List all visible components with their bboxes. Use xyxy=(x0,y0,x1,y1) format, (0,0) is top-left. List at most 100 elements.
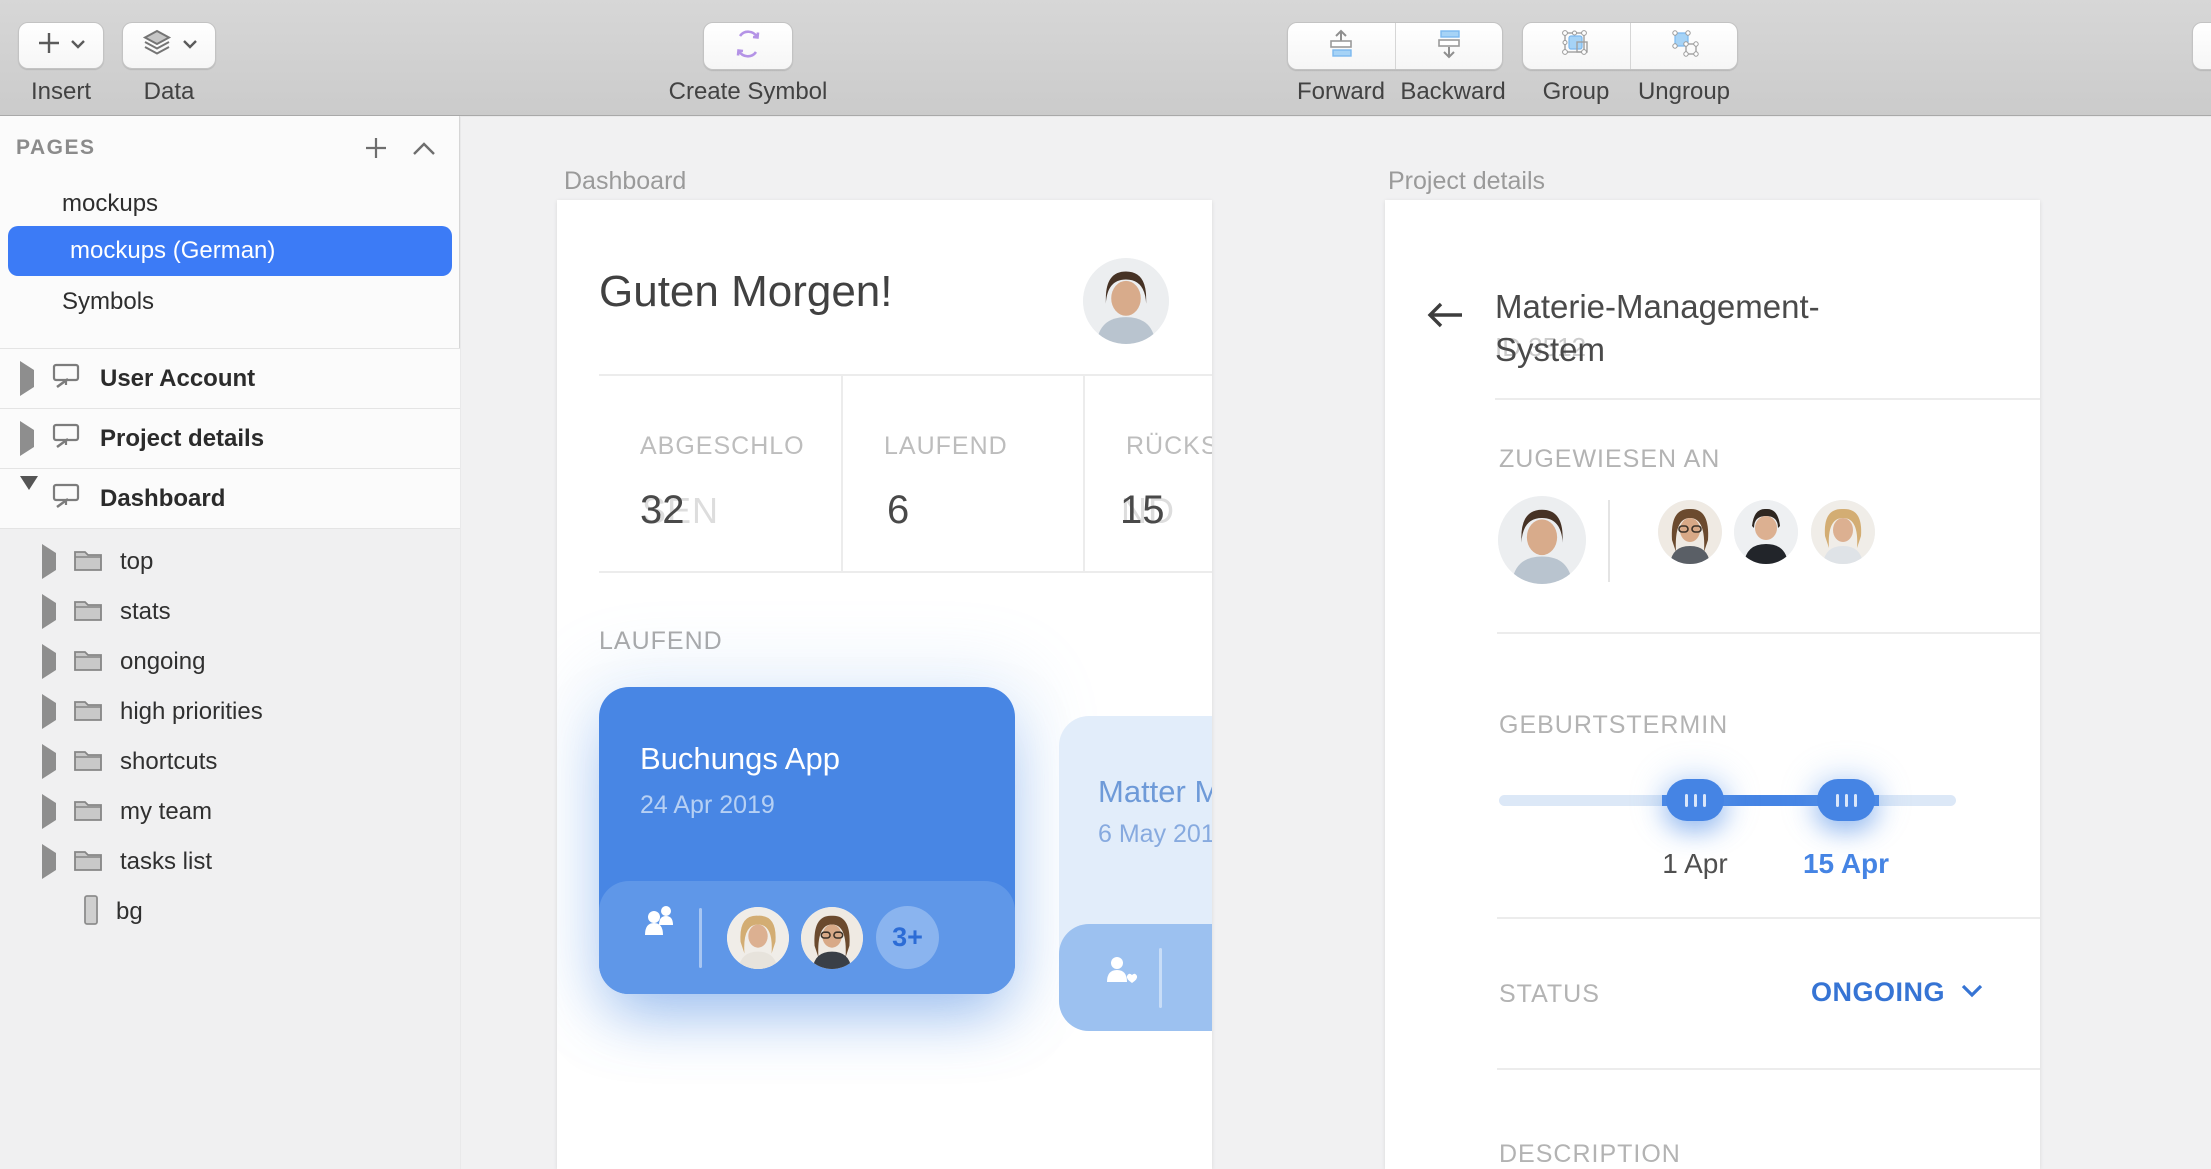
layer-label: Dashboard xyxy=(100,485,225,513)
insert-label: Insert xyxy=(18,78,104,106)
layer-label: my team xyxy=(120,798,212,826)
disclosure-triangle-icon[interactable] xyxy=(42,753,58,771)
layer-row-shortcuts[interactable]: shortcuts xyxy=(0,737,460,787)
layer-row-high-priorities[interactable]: high priorities xyxy=(0,687,460,737)
page-item-mockups[interactable]: mockups xyxy=(0,182,460,226)
page-label: mockups (German) xyxy=(70,237,275,265)
forward-label: Forward xyxy=(1287,78,1395,106)
card-title: Buchungs App xyxy=(640,741,840,777)
assignee-avatar[interactable] xyxy=(1658,500,1722,564)
project-card-matter[interactable]: Matter M 6 May 201 xyxy=(1059,716,1212,1031)
layer-row-dashboard[interactable]: Dashboard xyxy=(0,468,460,528)
rectangle-shape-icon xyxy=(82,894,100,931)
artboard-dashboard[interactable]: Guten Morgen! ABGESCHLO SEN 32 LAUFEND 6… xyxy=(557,200,1212,1169)
ungroup-icon xyxy=(1668,28,1700,65)
page-label: mockups xyxy=(62,190,158,218)
folder-icon xyxy=(72,697,104,728)
layer-row-ongoing[interactable]: ongoing xyxy=(0,637,460,687)
group-segment xyxy=(1522,22,1738,70)
card-date: 24 Apr 2019 xyxy=(640,791,775,820)
divider xyxy=(841,374,843,571)
divider xyxy=(1495,398,2040,400)
add-page-button[interactable] xyxy=(362,134,390,167)
project-title-line2: System xyxy=(1495,331,1605,369)
layer-row-top[interactable]: top xyxy=(0,537,460,587)
folder-icon xyxy=(72,647,104,678)
member-avatar[interactable] xyxy=(801,907,863,969)
folder-icon xyxy=(72,547,104,578)
date-start-label: 1 Apr xyxy=(1645,848,1745,880)
disclosure-triangle-icon[interactable] xyxy=(20,430,36,448)
divider xyxy=(599,571,1212,573)
forward-button[interactable] xyxy=(1288,23,1395,69)
disclosure-triangle-icon[interactable] xyxy=(42,803,58,821)
folder-icon xyxy=(72,847,104,878)
disclosure-triangle-icon[interactable] xyxy=(42,653,58,671)
layer-label: stats xyxy=(120,598,171,626)
group-label: Group xyxy=(1522,78,1630,106)
layer-row-bg[interactable]: bg xyxy=(0,887,460,937)
disclosure-triangle-icon[interactable] xyxy=(20,370,36,388)
page-item-mockups-german[interactable]: mockups (German) xyxy=(8,226,452,276)
group-button[interactable] xyxy=(1523,23,1630,69)
backward-button[interactable] xyxy=(1395,23,1503,69)
layer-label: shortcuts xyxy=(120,748,217,776)
page-item-symbols[interactable]: Symbols xyxy=(0,280,460,324)
layer-row-tasks-list[interactable]: tasks list xyxy=(0,837,460,887)
section-label-ongoing: LAUFEND xyxy=(599,627,723,656)
back-button[interactable] xyxy=(1425,300,1467,335)
disclosure-triangle-icon[interactable] xyxy=(42,603,58,621)
disclosure-triangle-icon[interactable] xyxy=(42,703,58,721)
assignee-avatar-primary[interactable] xyxy=(1498,496,1586,584)
layer-label: Project details xyxy=(100,425,264,453)
user-avatar[interactable] xyxy=(1083,258,1169,344)
layer-label: high priorities xyxy=(120,698,263,726)
arrow-left-icon xyxy=(1425,300,1467,330)
slider-handle-start[interactable] xyxy=(1666,779,1724,821)
date-end-label: 15 Apr xyxy=(1791,848,1901,880)
assignee-avatar[interactable] xyxy=(1811,500,1875,564)
chevron-down-icon xyxy=(182,37,198,55)
artboard-title-dashboard[interactable]: Dashboard xyxy=(564,167,686,196)
slider-handle-end[interactable] xyxy=(1817,779,1875,821)
assigned-label: ZUGEWIESEN AN xyxy=(1499,445,1720,474)
partial-toolbar-button[interactable] xyxy=(2192,22,2211,70)
ungroup-button[interactable] xyxy=(1630,23,1738,69)
canvas[interactable]: Dashboard Guten Morgen! ABGESCHLO SEN 32… xyxy=(461,117,2211,1169)
disclosure-triangle-icon[interactable] xyxy=(20,490,36,508)
create-symbol-button[interactable] xyxy=(703,22,793,70)
stat-label: ABGESCHLO xyxy=(640,432,805,461)
member-avatar[interactable] xyxy=(727,907,789,969)
layer-row-my-team[interactable]: my team xyxy=(0,787,460,837)
description-label: DESCRIPTION xyxy=(1499,1140,1681,1169)
artboard-project-details[interactable]: Materie-Management- ID 3512 System ZUGEW… xyxy=(1385,200,2040,1169)
disclosure-triangle-icon[interactable] xyxy=(42,853,58,871)
plus-icon xyxy=(36,30,62,61)
artboard-title-project-details[interactable]: Project details xyxy=(1388,167,1545,196)
data-button[interactable] xyxy=(122,22,216,69)
stat-value: 15 xyxy=(1120,488,1165,533)
arrange-segment xyxy=(1287,22,1503,70)
insert-button[interactable] xyxy=(18,22,104,69)
send-backward-icon xyxy=(1433,28,1465,65)
collapse-pages-button[interactable] xyxy=(410,140,438,163)
layer-label: top xyxy=(120,548,153,576)
folder-icon xyxy=(72,797,104,828)
disclosure-triangle-icon[interactable] xyxy=(42,553,58,571)
divider xyxy=(599,374,1212,376)
divider xyxy=(1083,374,1085,571)
divider xyxy=(1497,1068,2040,1070)
assignee-avatar[interactable] xyxy=(1734,500,1798,564)
layer-row-project-details[interactable]: Project details xyxy=(0,408,460,468)
more-members-badge[interactable]: 3+ xyxy=(876,906,939,969)
layer-row-user-account[interactable]: User Account xyxy=(0,348,460,408)
stat-label: RÜCKST xyxy=(1126,432,1212,461)
backward-label: Backward xyxy=(1395,78,1511,106)
project-card-buchungs-app[interactable]: Buchungs App 24 Apr 2019 xyxy=(599,687,1015,994)
footer-divider xyxy=(699,908,702,968)
card-date: 6 May 201 xyxy=(1098,820,1212,849)
folder-icon xyxy=(72,597,104,628)
page-label: Symbols xyxy=(62,288,154,316)
layer-row-stats[interactable]: stats xyxy=(0,587,460,637)
group-icon xyxy=(1560,28,1592,65)
